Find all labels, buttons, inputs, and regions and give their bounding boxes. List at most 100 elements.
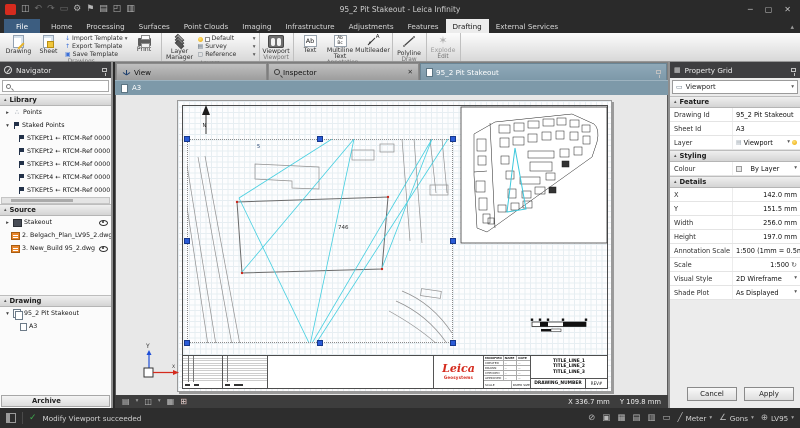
section-feature[interactable]: ▴ Feature — [670, 96, 800, 108]
source-item-newbuild-dwg[interactable]: 3. New_Build 95_2.dwg — [0, 242, 111, 255]
viewport-button[interactable]: Viewport — [263, 34, 290, 55]
visibility-eye-icon[interactable] — [99, 220, 108, 226]
drawing-button[interactable]: Drawing — [5, 34, 32, 55]
pin-icon[interactable] — [102, 68, 107, 72]
drawing-canvas[interactable]: N — [115, 95, 668, 395]
property-row-shade-plot[interactable]: Shade Plot As Displayed ▾ — [670, 286, 800, 300]
section-library[interactable]: ▴ Library — [0, 94, 111, 106]
explode-button[interactable]: ✶ Explode — [430, 34, 457, 54]
close-tab-icon[interactable]: ✕ — [408, 68, 413, 76]
pin-icon[interactable] — [791, 68, 796, 72]
survey-layer-row[interactable]: ▤ Survey ▾ — [198, 44, 256, 51]
source-item-belgach-dwg[interactable]: 2. Belgach_Plan_LV95_2.dwg — [0, 229, 111, 242]
property-row-scale[interactable]: Scale 1:500 ↻ — [670, 258, 800, 272]
cancel-button[interactable]: Cancel — [687, 387, 737, 401]
collapse-icon[interactable]: ▾ — [4, 311, 11, 317]
chevron-down-icon[interactable]: ▾ — [158, 399, 161, 404]
property-row-height[interactable]: Height 197.0 mm — [670, 230, 800, 244]
layer-manager-button[interactable]: Layer Manager — [165, 34, 195, 61]
import-template-button[interactable]: ↓ Import Template ▾ — [65, 36, 128, 43]
tree-item-stkept2[interactable]: STKEPt2 ← RTCM-Ref 0000 (07/10/ — [0, 145, 111, 158]
viewport-handle-ne[interactable] — [450, 136, 456, 142]
ribbon-tab-imaging[interactable]: Imaging — [235, 19, 278, 33]
tag-icon[interactable]: ⚑ — [86, 4, 94, 15]
ribbon-tab-drafting[interactable]: Drafting — [446, 19, 489, 33]
bulb-icon[interactable] — [792, 140, 797, 145]
viewport-handle-w[interactable] — [184, 238, 190, 244]
section-details[interactable]: ▴ Details — [670, 176, 800, 188]
folder-icon[interactable]: ▭ — [662, 413, 670, 423]
horizontal-scrollbar[interactable] — [1, 197, 110, 204]
grid-icon[interactable]: ▦ — [617, 413, 625, 423]
distance-unit-selector[interactable]: ╱ Meter ▾ — [677, 413, 712, 423]
layout-tool-icon[interactable]: ▤ — [122, 397, 130, 407]
viewport-handle-se[interactable] — [450, 340, 456, 346]
layers-icon[interactable]: ▤ — [632, 413, 640, 423]
property-row-y[interactable]: Y 151.5 mm — [670, 202, 800, 216]
grid-toggle-icon[interactable]: ▦ — [167, 397, 175, 407]
ribbon-tab-external-services[interactable]: External Services — [489, 19, 565, 33]
viewport-handle-s[interactable] — [317, 340, 323, 346]
viewport-handle-n[interactable] — [317, 136, 323, 142]
undo-icon[interactable]: ↶ — [35, 4, 43, 15]
chevron-down-icon[interactable]: ▾ — [136, 399, 139, 404]
scale-link-icon[interactable]: ↻ — [791, 261, 797, 269]
tree-item-stkept3[interactable]: STKEPt3 ← RTCM-Ref 0000 (07/10/ — [0, 158, 111, 171]
viewport-handle-e[interactable] — [450, 238, 456, 244]
crs-selector[interactable]: ⊕ LV95 ▾ — [761, 413, 794, 423]
drawing-item-a3[interactable]: A3 — [0, 320, 111, 333]
ribbon-tab-point-clouds[interactable]: Point Clouds — [177, 19, 235, 33]
tab-inspector[interactable]: Inspector ✕ — [268, 63, 419, 80]
tree-item-staked-points[interactable]: ▾ Staked Points — [0, 119, 111, 132]
property-row-annotation-scale[interactable]: Annotation Scale 1:500 (1mm = 0.5m) ▾ — [670, 244, 800, 258]
ribbon-tab-home[interactable]: Home — [44, 19, 79, 33]
polyline-button[interactable]: Polyline — [396, 34, 423, 57]
chart-icon[interactable]: ▥ — [647, 413, 655, 423]
default-layer-checkbox[interactable] — [205, 37, 210, 42]
section-drawing[interactable]: ▴ Drawing — [0, 295, 111, 307]
sheet-tab-a3[interactable]: A3 — [115, 80, 668, 95]
a3-sheet[interactable]: N — [177, 100, 612, 392]
drawing-item-stakeout[interactable]: ▾ 95_2 Pit Stakeout — [0, 307, 111, 320]
tab-pit-stakeout[interactable]: 95_2 Pit Stakeout — [420, 63, 667, 80]
multiline-text-button[interactable]: AbBc Multiline Text — [327, 34, 354, 60]
ribbon-tab-processing[interactable]: Processing — [79, 19, 131, 33]
no-sign-icon[interactable]: ⊘ — [588, 413, 595, 423]
ribbon-collapse-icon[interactable]: ▴ — [790, 23, 794, 33]
settings-icon[interactable]: ⚙ — [73, 4, 81, 15]
export-template-button[interactable]: ↑ Export Template — [65, 44, 128, 51]
viewport-selection[interactable] — [187, 139, 453, 343]
tree-item-stkept5[interactable]: STKEPt5 ← RTCM-Ref 0000 (07/10/ — [0, 184, 111, 197]
report-icon[interactable]: ▤ — [99, 4, 108, 15]
chevron-down-icon[interactable]: ▾ — [794, 290, 797, 295]
section-archive[interactable]: Archive — [1, 395, 110, 407]
save-icon[interactable]: ◫ — [21, 4, 30, 15]
ucs-tool-icon[interactable]: ◫ — [144, 397, 152, 407]
chevron-down-icon[interactable]: ▾ — [794, 166, 797, 171]
section-styling[interactable]: ▴ Styling — [670, 150, 800, 162]
maximize-button[interactable]: ▢ — [765, 5, 773, 14]
ribbon-tab-features[interactable]: Features — [401, 19, 446, 33]
reference-layer-row[interactable]: ▢ Reference ▾ — [198, 52, 256, 59]
snap-toggle-icon[interactable]: ⊞ — [180, 397, 187, 407]
apply-button[interactable]: Apply — [744, 387, 794, 401]
property-row-layer[interactable]: Layer ▤ Viewport ▾ — [670, 136, 800, 150]
text-button[interactable]: Ab Text — [297, 34, 324, 54]
section-source[interactable]: ▴ Source — [0, 204, 111, 216]
property-row-colour[interactable]: Colour By Layer ▾ — [670, 162, 800, 176]
navigator-search-input[interactable] — [2, 80, 109, 92]
close-button[interactable]: ✕ — [784, 5, 791, 14]
ribbon-tab-adjustments[interactable]: Adjustments — [342, 19, 401, 33]
panel-toggle-icon[interactable] — [6, 413, 16, 423]
pin-icon[interactable] — [656, 70, 661, 74]
angle-unit-selector[interactable]: ∠ Gons ▾ — [719, 413, 754, 423]
default-layer-row[interactable]: Default ▾ — [198, 36, 256, 43]
chevron-down-icon[interactable]: ▾ — [794, 276, 797, 281]
multileader-button[interactable]: A Multileader — [357, 34, 389, 54]
ribbon-tab-infrastructure[interactable]: Infrastructure — [278, 19, 341, 33]
collapse-icon[interactable]: ▾ — [4, 123, 11, 129]
chevron-down-icon[interactable]: ▾ — [787, 140, 790, 145]
property-target-select[interactable]: ▭ Viewport ▾ — [672, 80, 798, 94]
ribbon-tab-file[interactable]: File — [4, 19, 40, 33]
overview-map-viewport[interactable] — [461, 107, 607, 243]
